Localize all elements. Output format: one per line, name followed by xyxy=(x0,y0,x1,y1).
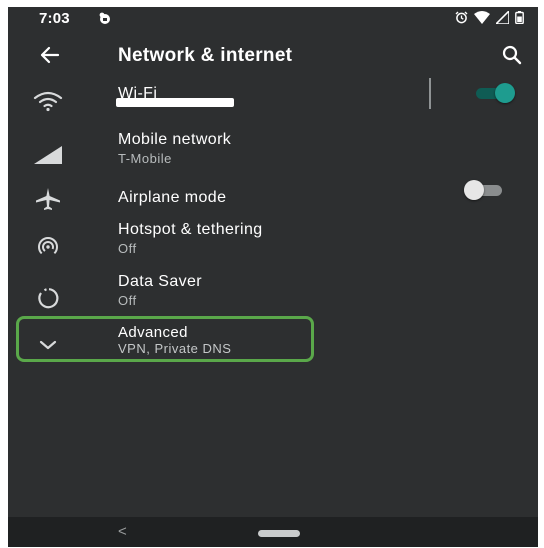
airplane-toggle-thumb xyxy=(464,180,484,200)
status-bar: 7:03 xyxy=(8,7,538,31)
mobile-network-subtitle: T-Mobile xyxy=(118,151,172,166)
wifi-signal-icon xyxy=(474,11,490,29)
airplane-mode-title: Airplane mode xyxy=(118,189,227,206)
airplane-mode-toggle[interactable] xyxy=(462,179,504,201)
hotspot-row[interactable]: Hotspot & tethering Off xyxy=(8,219,538,271)
cell-signal-icon xyxy=(32,139,64,171)
navigation-bar: < xyxy=(8,517,538,547)
data-saver-title: Data Saver xyxy=(118,273,203,290)
wifi-icon xyxy=(32,85,64,117)
wifi-toggle[interactable] xyxy=(474,82,516,104)
home-pill-icon[interactable] xyxy=(258,530,300,537)
battery-icon xyxy=(515,11,524,29)
nav-back-button[interactable]: < xyxy=(118,523,127,540)
mobile-network-title: Mobile network xyxy=(118,131,232,148)
alarm-icon xyxy=(455,11,468,29)
app-bar: Network & internet xyxy=(8,31,538,77)
data-saver-icon xyxy=(32,282,64,314)
wifi-toggle-thumb xyxy=(495,83,515,103)
data-saver-subtitle: Off xyxy=(118,293,137,308)
advanced-highlight-box xyxy=(16,316,314,362)
back-button[interactable] xyxy=(36,43,64,67)
wifi-network-name-redacted xyxy=(116,98,234,107)
hotspot-title: Hotspot & tethering xyxy=(118,221,263,238)
hotspot-icon xyxy=(32,231,64,263)
cell-signal-icon xyxy=(494,9,510,29)
page-title: Network & internet xyxy=(118,45,293,66)
status-time: 7:03 xyxy=(39,10,70,27)
settings-screen: 7:03 Network & internet Wi-Fi Mobile net… xyxy=(8,7,538,547)
status-icons xyxy=(455,9,524,29)
airplane-icon xyxy=(32,183,64,215)
hotspot-subtitle: Off xyxy=(118,241,137,256)
notification-badge-icon xyxy=(98,12,112,30)
back-arrow-icon xyxy=(40,46,60,64)
wifi-row[interactable]: Wi-Fi xyxy=(8,75,538,127)
mobile-network-row[interactable]: Mobile network T-Mobile xyxy=(8,129,538,181)
search-button[interactable] xyxy=(500,43,524,67)
wifi-divider xyxy=(429,78,431,109)
search-icon xyxy=(502,45,522,65)
